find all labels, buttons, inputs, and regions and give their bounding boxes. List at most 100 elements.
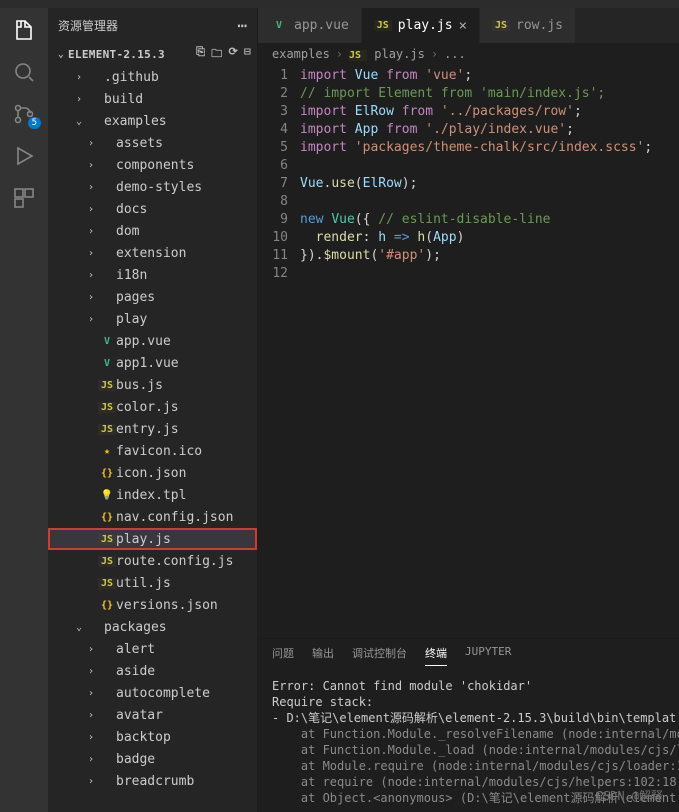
tree-item-label: play.js xyxy=(116,532,171,547)
collapse-icon[interactable]: ⊟ xyxy=(244,45,251,64)
json-icon: {} xyxy=(98,468,116,479)
panel-tab[interactable]: 调试控制台 xyxy=(352,645,407,666)
tree-item-label: app.vue xyxy=(116,334,171,349)
sidebar: 资源管理器 ⋯ ⌄ ELEMENT-2.15.3 ⎘ 🗀 ⟳ ⊟ ›.githu… xyxy=(48,8,258,812)
chevron-icon: › xyxy=(72,94,86,105)
js-icon: JS xyxy=(98,578,116,589)
breadcrumb[interactable]: examples›JS play.js›... xyxy=(258,43,679,65)
tree-item[interactable]: › components xyxy=(48,154,257,176)
tree-item[interactable]: ›breadcrumb xyxy=(48,770,257,792)
chevron-icon: › xyxy=(84,314,98,325)
tree-item[interactable]: Vapp.vue xyxy=(48,330,257,352)
tree-item[interactable]: ›i18n xyxy=(48,264,257,286)
tree-item-label: alert xyxy=(116,642,155,657)
chevron-icon: ⌄ xyxy=(72,622,86,633)
tree-item[interactable]: ⌄packages xyxy=(48,616,257,638)
tree-item[interactable]: 💡index.tpl xyxy=(48,484,257,506)
chevron-icon: › xyxy=(84,182,98,193)
tree-item[interactable]: ›docs xyxy=(48,198,257,220)
tree-item[interactable]: JSplay.js xyxy=(48,528,257,550)
tree-item[interactable]: JSentry.js xyxy=(48,418,257,440)
tree-item[interactable]: › demo-styles xyxy=(48,176,257,198)
tree-item[interactable]: ›avatar xyxy=(48,704,257,726)
tree-item[interactable]: Vapp1.vue xyxy=(48,352,257,374)
file-tree: ›.github›build⌄examples›assets›component… xyxy=(48,66,257,812)
tree-item-label: color.js xyxy=(116,400,179,415)
tree-item-label: build xyxy=(104,92,143,107)
menu-bar[interactable] xyxy=(0,0,679,8)
tree-item[interactable]: ★favicon.ico xyxy=(48,440,257,462)
panel-tab[interactable]: 问题 xyxy=(272,645,294,666)
tree-item[interactable]: ›play xyxy=(48,308,257,330)
search-icon[interactable] xyxy=(12,60,36,84)
js-icon: JS xyxy=(98,402,116,413)
tree-item-label: backtop xyxy=(116,730,171,745)
tree-item-label: aside xyxy=(116,664,155,679)
tree-item[interactable]: ⌄examples xyxy=(48,110,257,132)
tree-item-label: autocomplete xyxy=(116,686,210,701)
run-debug-icon[interactable] xyxy=(12,144,36,168)
tree-item[interactable]: ›aside xyxy=(48,660,257,682)
tree-item[interactable]: › backtop xyxy=(48,726,257,748)
tree-item[interactable]: ›assets xyxy=(48,132,257,154)
new-file-icon[interactable]: ⎘ xyxy=(196,45,205,64)
tree-item[interactable]: › build xyxy=(48,88,257,110)
tree-item-label: breadcrumb xyxy=(116,774,194,789)
chevron-icon: › xyxy=(84,204,98,215)
chevron-icon: › xyxy=(84,688,98,699)
extensions-icon[interactable] xyxy=(12,186,36,210)
sidebar-more-icon[interactable]: ⋯ xyxy=(237,16,247,35)
tree-item[interactable]: {}versions.json xyxy=(48,594,257,616)
chevron-icon: › xyxy=(84,732,98,743)
tree-item[interactable]: JScolor.js xyxy=(48,396,257,418)
tree-item-label: examples xyxy=(104,114,167,129)
chevron-icon: › xyxy=(84,160,98,171)
editor-area: Vapp.vueJSplay.js×JSrow.js examples›JS p… xyxy=(258,8,679,812)
tree-item-label: extension xyxy=(116,246,186,261)
tree-item[interactable]: ›badge xyxy=(48,748,257,770)
panel-tab[interactable]: 终端 xyxy=(425,645,447,666)
tree-item-label: versions.json xyxy=(116,598,218,613)
tree-item-label: demo-styles xyxy=(116,180,202,195)
chevron-icon: › xyxy=(84,248,98,259)
js-icon: JS xyxy=(98,424,116,435)
tree-item[interactable]: {}nav.config.json xyxy=(48,506,257,528)
editor-tab[interactable]: JSplay.js× xyxy=(362,8,480,43)
code-editor[interactable]: 123456789101112 import Vue from 'vue';//… xyxy=(258,65,679,638)
bulb-icon: 💡 xyxy=(98,490,116,501)
new-folder-icon[interactable]: 🗀 xyxy=(211,45,222,64)
breadcrumb-item[interactable]: JS play.js xyxy=(349,47,425,61)
tree-item[interactable]: › alert xyxy=(48,638,257,660)
panel-tab[interactable]: 输出 xyxy=(312,645,334,666)
tree-item[interactable]: › extension xyxy=(48,242,257,264)
breadcrumb-item[interactable]: ... xyxy=(444,47,466,61)
source-control-icon[interactable]: 5 xyxy=(12,102,36,126)
tree-item[interactable]: ›.github xyxy=(48,66,257,88)
tree-item[interactable]: ›dom xyxy=(48,220,257,242)
code-content[interactable]: import Vue from 'vue';// import Element … xyxy=(300,65,679,638)
tree-item[interactable]: JSutil.js xyxy=(48,572,257,594)
editor-tabs: Vapp.vueJSplay.js×JSrow.js xyxy=(258,8,679,43)
close-icon[interactable]: × xyxy=(459,18,467,34)
panel-tab[interactable]: JUPYTER xyxy=(465,645,511,666)
project-header[interactable]: ⌄ ELEMENT-2.15.3 ⎘ 🗀 ⟳ ⊟ xyxy=(48,43,257,66)
refresh-icon[interactable]: ⟳ xyxy=(229,45,239,64)
tree-item-label: components xyxy=(116,158,194,173)
line-gutter: 123456789101112 xyxy=(258,65,300,638)
tree-item-label: entry.js xyxy=(116,422,179,437)
tree-item-label: route.config.js xyxy=(116,554,233,569)
js-icon: JS xyxy=(492,20,510,31)
tree-item[interactable]: {}icon.json xyxy=(48,462,257,484)
json-icon: {} xyxy=(98,512,116,523)
explorer-icon[interactable] xyxy=(12,18,36,42)
editor-tab[interactable]: JSrow.js xyxy=(480,8,576,43)
tree-item[interactable]: › autocomplete xyxy=(48,682,257,704)
chevron-icon: › xyxy=(84,644,98,655)
editor-tab[interactable]: Vapp.vue xyxy=(258,8,362,43)
breadcrumb-item[interactable]: examples xyxy=(272,47,330,61)
tree-item[interactable]: JSbus.js xyxy=(48,374,257,396)
activity-bar: 5 xyxy=(0,8,48,812)
tree-item-label: dom xyxy=(116,224,139,239)
tree-item[interactable]: ›pages xyxy=(48,286,257,308)
tree-item[interactable]: JSroute.config.js xyxy=(48,550,257,572)
